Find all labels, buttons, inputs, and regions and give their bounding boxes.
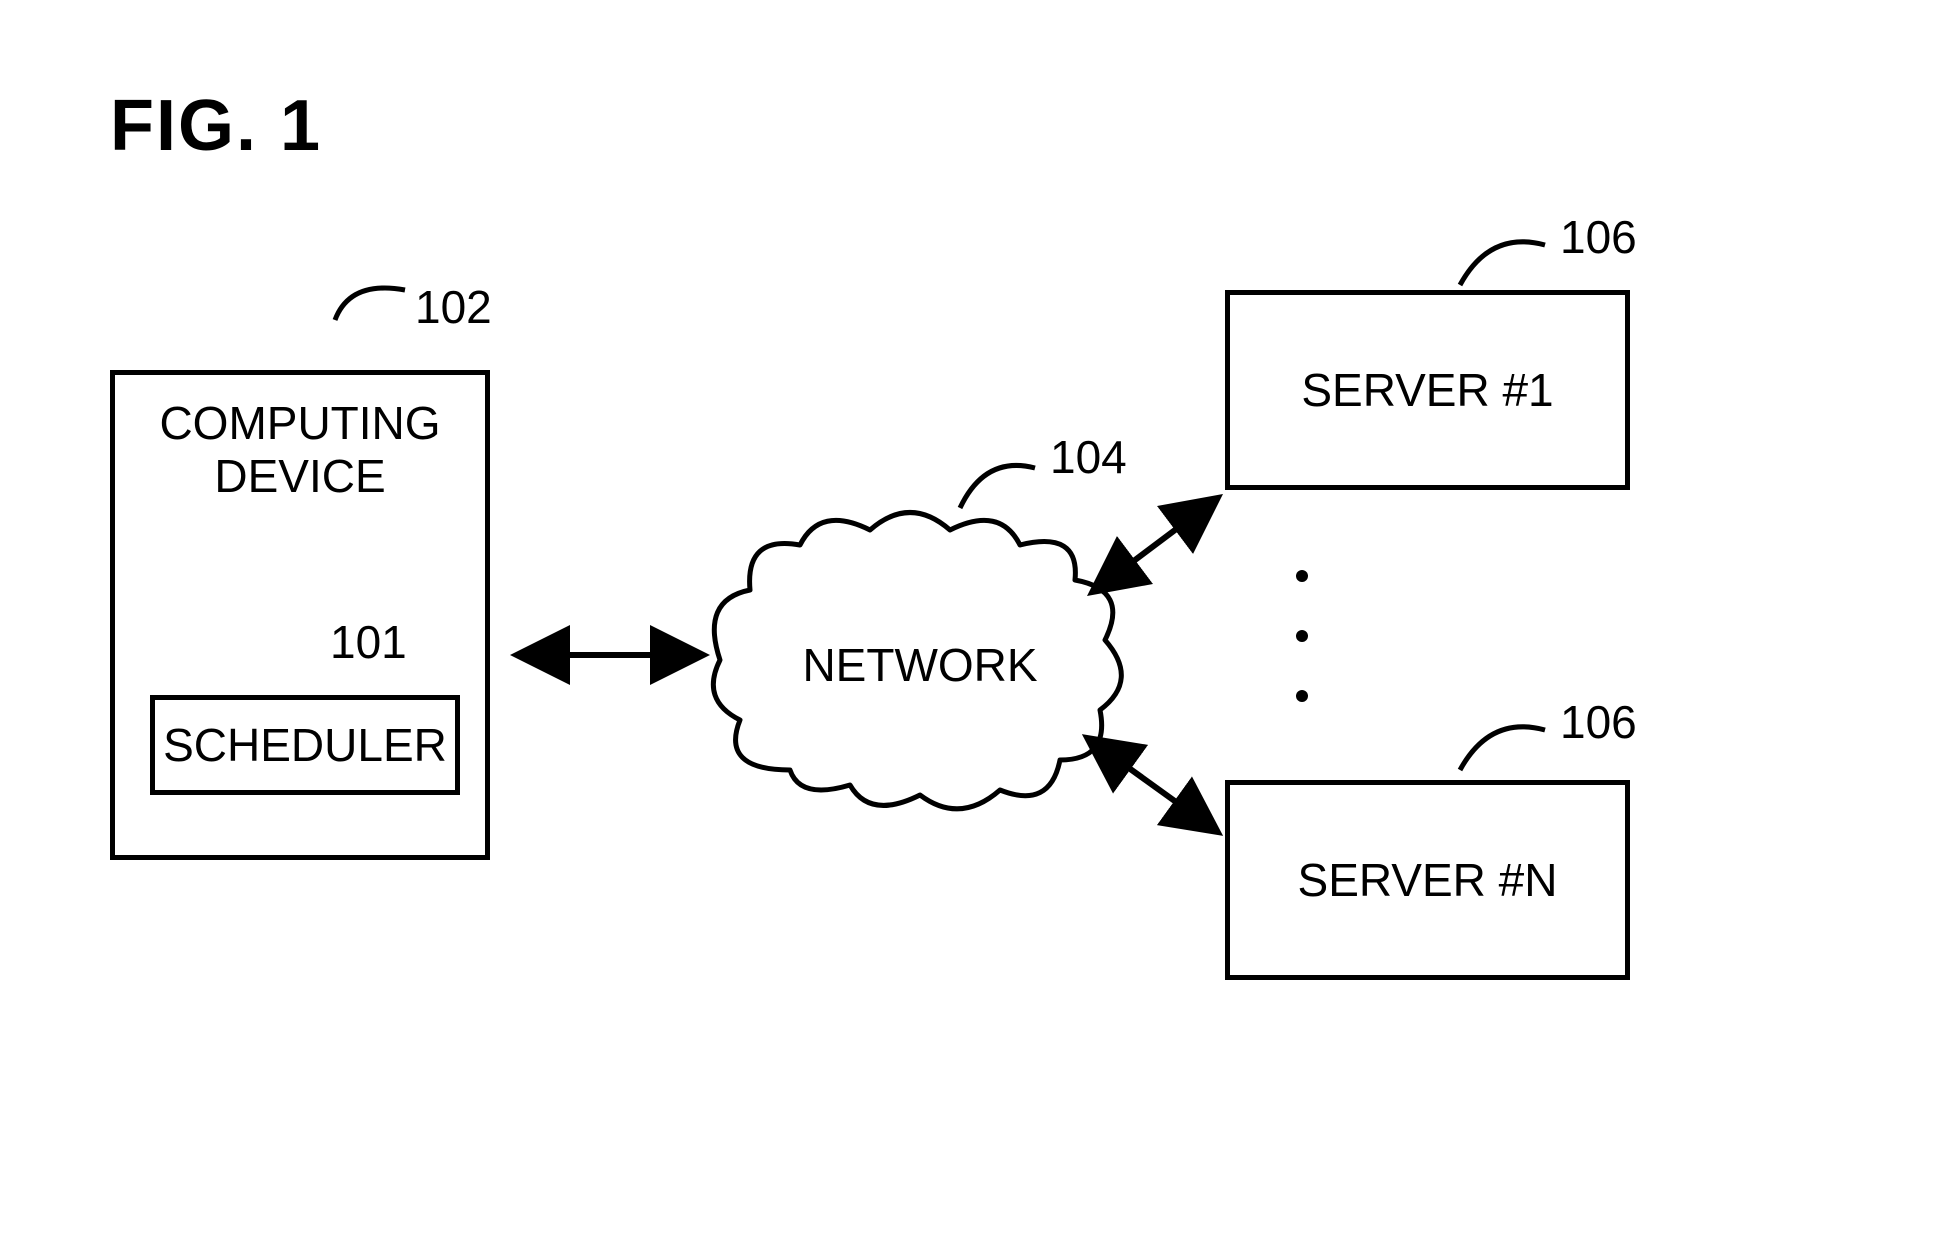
server-1-label: SERVER #1 (1230, 295, 1625, 485)
ref-104: 104 (1050, 430, 1127, 484)
lead-line-102 (335, 288, 405, 320)
ref-106-bottom: 106 (1560, 695, 1637, 749)
lead-line-104 (960, 465, 1035, 508)
ellipsis-dot-icon (1296, 570, 1308, 582)
scheduler-label: SCHEDULER (155, 700, 455, 790)
ref-101: 101 (330, 615, 407, 669)
lead-line-106-top (1460, 242, 1545, 285)
ellipsis-dot-icon (1296, 630, 1308, 642)
network-label: NETWORK (770, 630, 1070, 700)
server-n-box: SERVER #N (1225, 780, 1630, 980)
diagram-stage: FIG. 1 COMPUTING DEVICE SCHEDULER 102 10… (0, 0, 1938, 1246)
server-1-box: SERVER #1 (1225, 290, 1630, 490)
ref-106-top: 106 (1560, 210, 1637, 264)
scheduler-box: SCHEDULER (150, 695, 460, 795)
computing-device-box: COMPUTING DEVICE SCHEDULER (110, 370, 490, 860)
figure-title: FIG. 1 (110, 85, 322, 167)
arrow-network-serverN (1090, 740, 1215, 830)
computing-device-label: COMPUTING DEVICE (115, 390, 485, 510)
lead-line-106-bottom (1460, 727, 1545, 770)
server-n-label: SERVER #N (1230, 785, 1625, 975)
ellipsis-dot-icon (1296, 690, 1308, 702)
arrow-network-server1 (1095, 500, 1215, 590)
ref-102: 102 (415, 280, 492, 334)
